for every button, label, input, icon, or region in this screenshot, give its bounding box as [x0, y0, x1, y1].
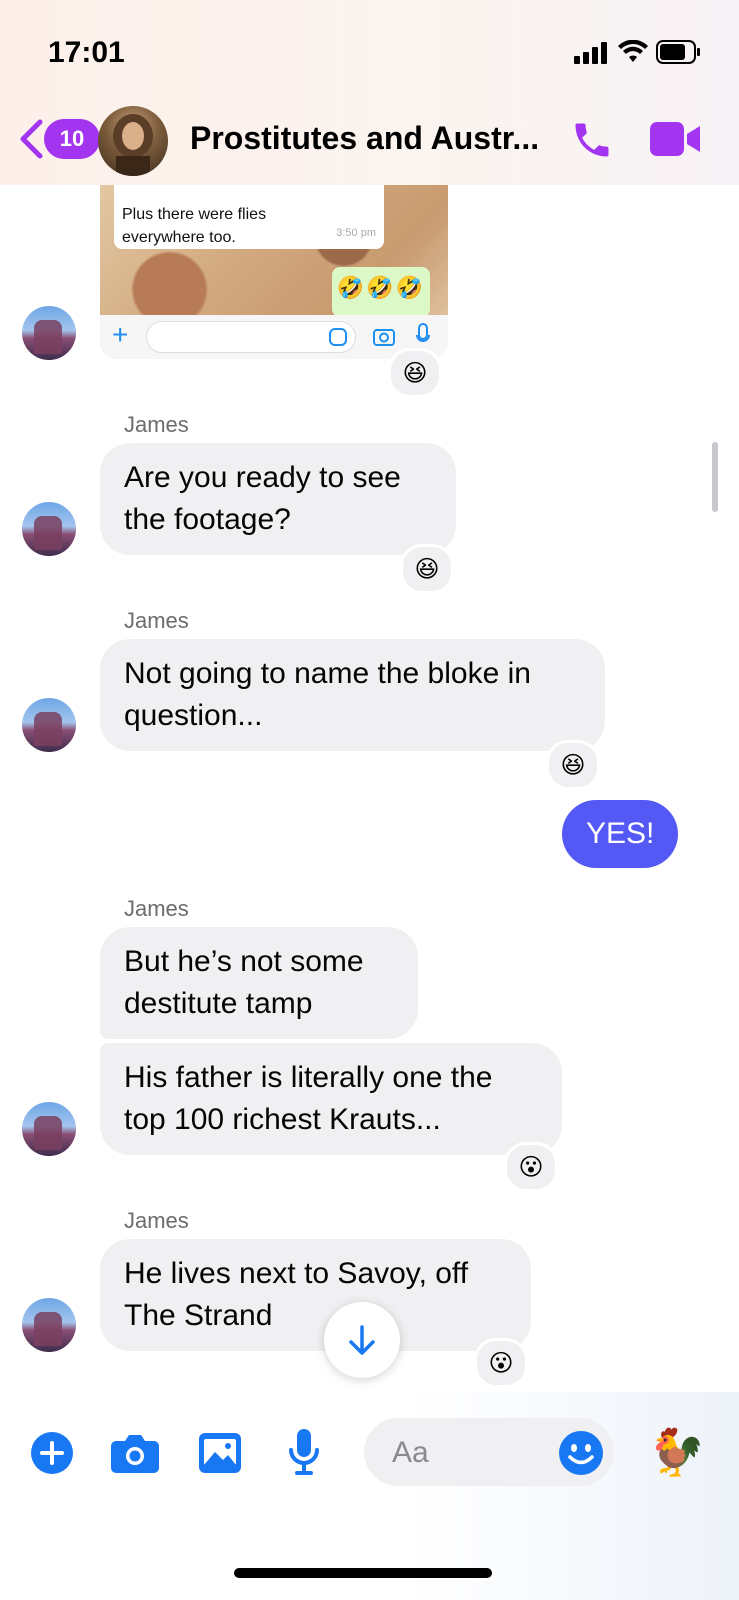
message-input-placeholder: Aa	[392, 1436, 429, 1469]
message-bubble[interactable]: He lives next to Savoy, off The Strand	[100, 1239, 531, 1351]
microphone-icon[interactable]	[288, 1428, 320, 1476]
status-time: 17:01	[48, 36, 125, 69]
avatar[interactable]	[22, 1102, 76, 1156]
sender-name: James	[124, 896, 189, 921]
group-avatar[interactable]	[98, 106, 168, 176]
message-line: But he’s not some	[124, 945, 364, 978]
avatar[interactable]	[22, 698, 76, 752]
message-line: question...	[124, 699, 263, 732]
sender-name: James	[124, 608, 189, 633]
message-line: top 100 richest Krauts...	[124, 1103, 441, 1136]
scrollbar[interactable]	[712, 442, 718, 512]
message-line: destitute tamp	[124, 987, 313, 1020]
wifi-icon	[618, 40, 648, 62]
chat-title[interactable]: Prostitutes and Austr...	[190, 120, 539, 157]
message-bubble[interactable]: Are you ready to see the footage?	[100, 443, 456, 555]
image-camera-icon	[373, 329, 395, 346]
image-text-bubble: Plus there were flies everywhere too. 3:…	[114, 185, 384, 249]
chevron-left-icon	[20, 119, 43, 159]
image-emoji-bubble: 🤣🤣🤣	[332, 267, 430, 317]
message-line: The Strand	[124, 1299, 273, 1332]
message-line: His father is literally one the	[124, 1061, 493, 1094]
home-indicator	[234, 1568, 492, 1578]
chat-header: 17:01 10 Prostitutes and Austr...	[0, 0, 739, 185]
signal-icon	[574, 42, 607, 64]
avatar[interactable]	[22, 306, 76, 360]
message-line: Are you ready to see	[124, 461, 401, 494]
image-text-time: 3:50 pm	[336, 227, 376, 239]
plus-icon[interactable]	[30, 1431, 74, 1475]
quick-reaction-button[interactable]: 🐓	[648, 1424, 705, 1480]
arrow-down-icon	[349, 1325, 375, 1355]
message-bubble[interactable]: His father is literally one the top 100 …	[100, 1043, 562, 1155]
camera-icon[interactable]	[110, 1432, 160, 1474]
image-input-field	[146, 321, 356, 353]
image-mic-icon	[416, 323, 430, 342]
message-bubble[interactable]: But he’s not some destitute tamp	[100, 927, 418, 1039]
message-reaction[interactable]: 😮	[504, 1142, 558, 1192]
message-reaction[interactable]: 😆	[546, 740, 600, 790]
phone-call-icon[interactable]	[570, 118, 614, 162]
emoji-icon[interactable]	[558, 1430, 604, 1476]
avatar[interactable]	[22, 502, 76, 556]
message-reaction[interactable]: 😆	[388, 348, 442, 398]
image-sticker-icon	[329, 328, 347, 346]
message-reaction[interactable]: 😆	[400, 544, 454, 594]
scroll-to-bottom-button[interactable]	[324, 1302, 400, 1378]
unread-badge: 10	[44, 119, 100, 159]
portrait-image	[113, 114, 153, 176]
message-line: He lives next to Savoy, off	[124, 1257, 469, 1290]
message-line: Not going to name the bloke in	[124, 657, 531, 690]
message-line: the footage?	[124, 503, 291, 536]
battery-icon	[656, 40, 700, 64]
sender-name: James	[124, 1208, 189, 1233]
image-plus-icon: +	[112, 319, 129, 350]
gallery-icon[interactable]	[198, 1432, 242, 1474]
back-button[interactable]: 10	[16, 118, 100, 160]
shared-image-message[interactable]: Plus there were flies everywhere too. 3:…	[100, 185, 448, 359]
video-call-icon[interactable]	[650, 120, 702, 158]
avatar[interactable]	[22, 1298, 76, 1352]
outgoing-message-bubble[interactable]: YES!	[562, 800, 679, 868]
message-bubble[interactable]: Not going to name the bloke in question.…	[100, 639, 605, 751]
sender-name: James	[124, 412, 189, 437]
message-reaction[interactable]: 😮	[474, 1338, 528, 1388]
